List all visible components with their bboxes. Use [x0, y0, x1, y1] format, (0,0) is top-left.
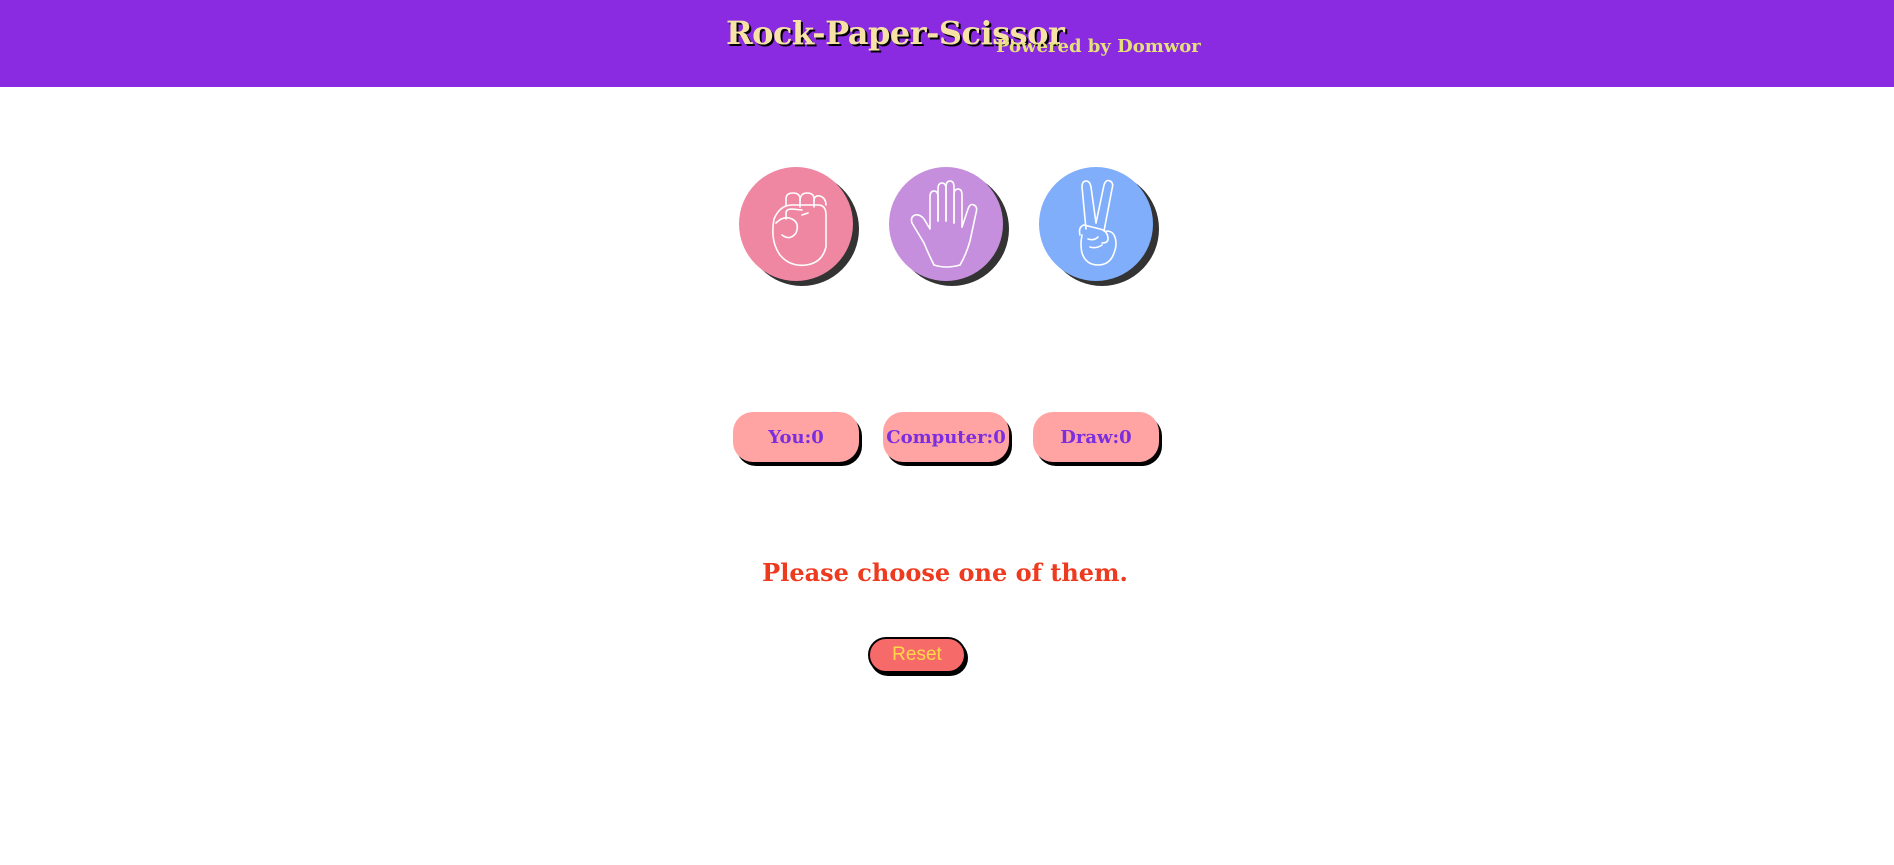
draw-score-badge: Draw:0: [1033, 412, 1159, 462]
powered-by-text: Powered by Domwor: [996, 36, 1201, 57]
paper-choice-button[interactable]: [889, 167, 1003, 281]
choice-row: [0, 167, 1894, 287]
peace-hand-icon: [1078, 179, 1117, 266]
fist-icon: [772, 192, 827, 267]
header-bar: Rock-Paper-Scissor Powered by Domwor: [0, 0, 1894, 87]
computer-score-badge: Computer:0: [883, 412, 1009, 462]
reset-button[interactable]: Reset: [868, 637, 966, 673]
scissor-choice-button[interactable]: [1039, 167, 1153, 281]
open-hand-icon: [910, 180, 978, 268]
rock-choice-button[interactable]: [739, 167, 853, 281]
status-message: Please choose one of them.: [762, 558, 1128, 587]
score-board: You:0 Computer:0 Draw:0: [0, 412, 1894, 468]
user-score-badge: You:0: [733, 412, 859, 462]
